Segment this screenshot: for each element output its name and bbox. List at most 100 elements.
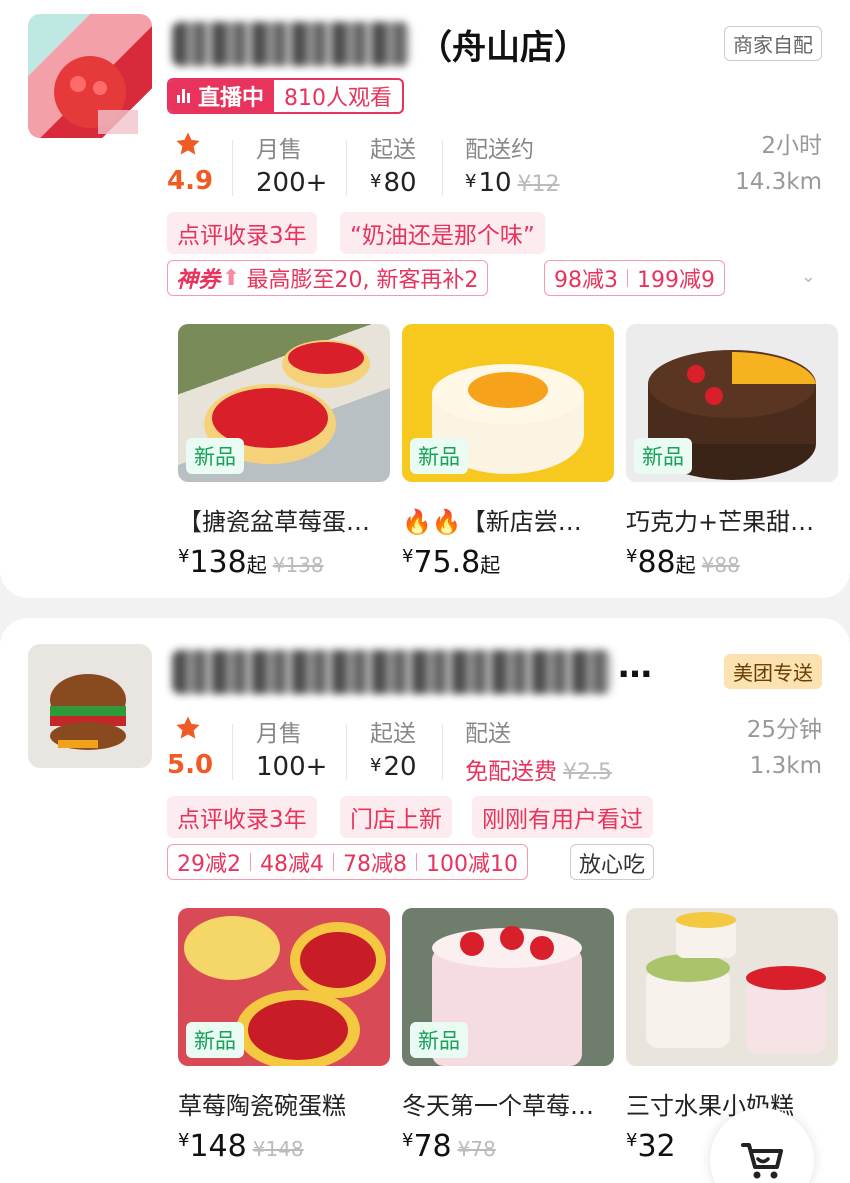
product-name: 🔥🔥【新店尝… <box>402 508 582 536</box>
product-card[interactable]: 新品 巧克力+芒果甜… ¥88起 ¥88 <box>626 324 838 580</box>
store-rating: 4.9 <box>167 166 214 196</box>
discount: 78减8 <box>343 852 407 877</box>
store-name-suffix: … <box>618 646 652 686</box>
delivery-fee: ¥10 ¥12 <box>465 168 560 198</box>
product-image <box>626 908 838 1066</box>
currency: ¥ <box>370 755 382 776</box>
live-badge[interactable]: 直播中 810人观看 <box>167 78 405 114</box>
review-pill: 点评收录3年 <box>167 796 317 838</box>
arrow-up-icon: ⬆ <box>222 265 241 291</box>
min-order: ¥20 <box>370 752 417 782</box>
delivery-fee-value: 免配送费 <box>465 759 557 785</box>
new-badge: 新品 <box>410 438 468 474</box>
store-thumbnail[interactable] <box>28 644 152 768</box>
live-bars-icon <box>177 89 190 103</box>
product-image: 新品 <box>178 908 390 1066</box>
product-image: 新品 <box>178 324 390 482</box>
product-image: 新品 <box>626 324 838 482</box>
product-name: 【搪瓷盆草莓蛋… <box>178 508 370 536</box>
store-card[interactable]: （舟山店） 商家自配 直播中 810人观看 4.9 月售 200+ 起送 ¥80… <box>0 0 850 598</box>
store-name-blurred <box>172 650 612 694</box>
discount: 199减9 <box>637 268 715 293</box>
store-thumbnail-image <box>54 56 138 134</box>
currency: ¥ <box>402 546 414 567</box>
eta: 2小时 <box>761 133 822 159</box>
delivery-fee-original: ¥12 <box>517 172 560 197</box>
delivery-fee-label: 配送约 <box>465 137 534 163</box>
quote-pill: “奶油还是那个味” <box>340 212 545 254</box>
delivery-type-tag: 商家自配 <box>724 26 822 61</box>
currency: ¥ <box>626 1130 638 1151</box>
new-badge: 新品 <box>186 438 244 474</box>
price-value: 138 <box>189 545 247 580</box>
delivery-type-tag: 美团专送 <box>724 654 822 689</box>
currency: ¥ <box>465 171 477 192</box>
price-value: 148 <box>189 1129 247 1164</box>
product-card[interactable]: 新品 草莓陶瓷碗蛋糕 ¥148 ¥148 <box>178 908 390 1164</box>
currency: ¥ <box>402 1130 414 1151</box>
product-price: ¥75.8起 <box>402 545 614 580</box>
store-card[interactable]: … 美团专送 5.0 月售 100+ 起送 ¥20 配送 免配送费 ¥2.5 25… <box>0 618 850 1183</box>
product-price: ¥138起 ¥138 <box>178 545 390 580</box>
min-order-value: 80 <box>383 168 417 198</box>
store-thumbnail-image <box>50 674 126 750</box>
currency: ¥ <box>626 546 638 567</box>
original-price: ¥138 <box>272 553 324 577</box>
cart-icon <box>741 1143 783 1179</box>
store-thumbnail[interactable] <box>28 14 152 138</box>
delivery-fee-label: 配送 <box>465 721 511 747</box>
distance: 1.3km <box>749 753 822 779</box>
currency: ¥ <box>178 546 190 567</box>
min-order-label: 起送 <box>370 137 416 163</box>
monthly-sales-label: 月售 <box>256 721 302 747</box>
product-card[interactable]: 新品 【搪瓷盆草莓蛋… ¥138起 ¥138 <box>178 324 390 580</box>
price-value: 75.8 <box>413 545 481 580</box>
currency: ¥ <box>178 1130 190 1151</box>
product-card[interactable]: 新品 🔥🔥【新店尝… ¥75.8起 <box>402 324 614 580</box>
coupon-brand: 神券 <box>176 268 221 293</box>
chevron-down-icon[interactable]: ⌄ <box>801 266 816 287</box>
discount: 48减4 <box>260 852 324 877</box>
price-value: 32 <box>637 1129 676 1164</box>
product-price: ¥78 ¥78 <box>402 1129 614 1164</box>
recently-viewed-pill: 刚刚有用户看过 <box>472 796 653 838</box>
eta-distance: 2小时 14.3km <box>735 128 822 200</box>
discount-tags[interactable]: 98减3 199减9 <box>544 260 725 296</box>
price-suffix: 起 <box>675 553 696 577</box>
product-name: 巧克力+芒果甜… <box>626 508 815 536</box>
min-order: ¥80 <box>370 168 417 198</box>
store-name-suffix: （舟山店） <box>418 28 588 68</box>
monthly-sales: 200+ <box>256 168 328 198</box>
star-icon <box>176 132 200 155</box>
store-name-blurred <box>172 22 410 66</box>
price-value: 78 <box>413 1129 452 1164</box>
monthly-sales-label: 月售 <box>256 137 302 163</box>
product-image: 新品 <box>402 908 614 1066</box>
original-price: ¥148 <box>252 1137 304 1161</box>
delivery-fee-value: 10 <box>478 168 512 198</box>
star-icon <box>176 716 200 739</box>
discount: 100减10 <box>426 852 518 877</box>
original-price: ¥78 <box>457 1137 496 1161</box>
store-rating: 5.0 <box>167 750 214 780</box>
price-suffix: 起 <box>480 553 501 577</box>
new-store-pill: 门店上新 <box>340 796 452 838</box>
safe-eat-tag: 放心吃 <box>570 844 655 880</box>
product-image: 新品 <box>402 324 614 482</box>
product-card[interactable]: 新品 冬天第一个草莓… ¥78 ¥78 <box>402 908 614 1164</box>
distance: 14.3km <box>735 169 822 195</box>
delivery-fee: 免配送费 ¥2.5 <box>465 752 612 786</box>
new-badge: 新品 <box>410 1022 468 1058</box>
product-name: 冬天第一个草莓… <box>402 1092 594 1120</box>
price-suffix: 起 <box>246 553 267 577</box>
product-name: 三寸水果小奶糕 <box>626 1092 794 1120</box>
coupon-text: 最高膨至20, 新客再补2 <box>246 268 479 293</box>
min-order-label: 起送 <box>370 721 416 747</box>
discount-tags[interactable]: 29减2 48减4 78减8 100减10 <box>167 844 528 880</box>
eta: 25分钟 <box>746 717 822 743</box>
price-value: 88 <box>637 545 676 580</box>
min-order-value: 20 <box>383 752 417 782</box>
discount: 98减3 <box>554 268 618 293</box>
coupon-promo[interactable]: 神券 ⬆ 最高膨至20, 新客再补2 <box>167 260 489 296</box>
product-name: 草莓陶瓷碗蛋糕 <box>178 1092 346 1120</box>
